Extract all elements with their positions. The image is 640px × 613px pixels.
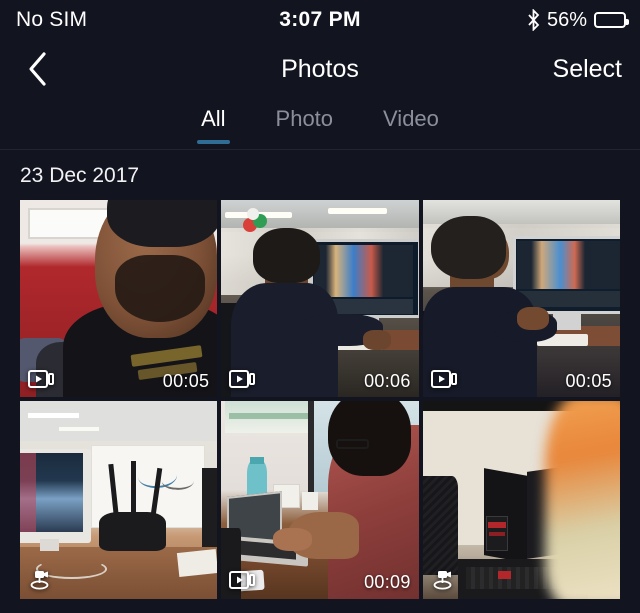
photos-app-screen: No SIM 3:07 PM 56% Photos Select All Pho… xyxy=(0,0,640,613)
tab-video[interactable]: Video xyxy=(377,102,445,144)
thumbnail-image xyxy=(422,200,620,398)
page-title: Photos xyxy=(281,54,359,83)
battery-icon xyxy=(594,12,629,28)
tab-photo[interactable]: Photo xyxy=(270,102,340,144)
tab-all[interactable]: All xyxy=(195,102,231,144)
back-button[interactable] xyxy=(18,49,58,89)
photo-cell[interactable] xyxy=(422,401,620,599)
photo-cell[interactable]: 00:09 xyxy=(221,401,419,599)
section-date-header: 23 Dec 2017 xyxy=(20,164,140,187)
photo-cell[interactable]: 00:05 xyxy=(20,200,218,398)
filter-tabs: All Photo Video xyxy=(0,98,640,150)
photo-grid: 00:05 00:06 00:05 00:09 xyxy=(0,200,640,599)
status-bar: No SIM 3:07 PM 56% xyxy=(0,0,640,40)
status-right-group: 56% xyxy=(527,8,629,32)
chevron-left-icon xyxy=(27,51,49,87)
photo-cell[interactable] xyxy=(20,401,218,599)
thumbnail-image xyxy=(221,200,419,398)
thumbnail-image xyxy=(20,200,218,398)
battery-percent-label: 56% xyxy=(546,8,587,31)
carrier-label: No SIM xyxy=(16,8,88,31)
photo-cell[interactable]: 00:06 xyxy=(221,200,419,398)
tabs-divider xyxy=(0,149,640,150)
thumbnail-image xyxy=(221,401,419,599)
photo-cell[interactable]: 00:05 xyxy=(422,200,620,398)
select-button[interactable]: Select xyxy=(553,55,622,84)
bluetooth-icon xyxy=(527,8,540,32)
thumbnail-image xyxy=(20,401,218,599)
navigation-bar: Photos Select xyxy=(0,40,640,98)
thumbnail-image xyxy=(422,401,620,599)
